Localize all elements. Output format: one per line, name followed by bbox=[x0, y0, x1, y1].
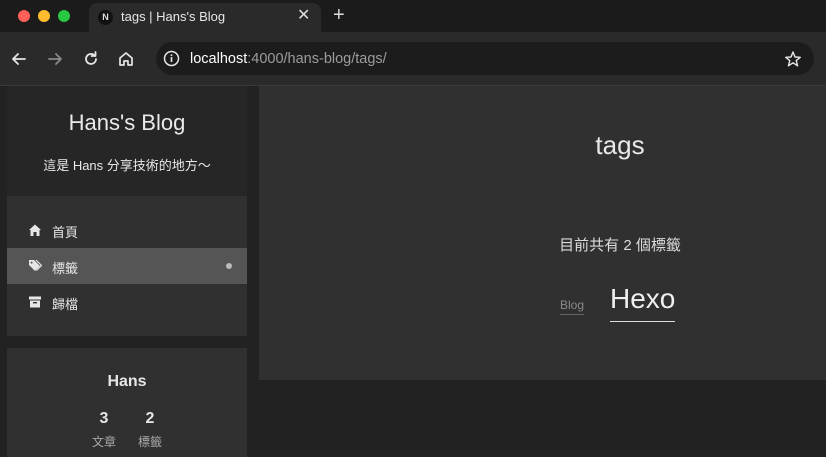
menu-item-label: 歸檔 bbox=[52, 297, 79, 312]
site-brand: Hans's Blog 這是 Hans 分享技術的地方～ bbox=[7, 86, 247, 196]
url-path: :4000/hans-blog/tags/ bbox=[247, 51, 387, 67]
menu-item-label: 首頁 bbox=[52, 225, 79, 240]
minimize-window-button[interactable] bbox=[38, 10, 50, 22]
author-name: Hans bbox=[107, 373, 147, 390]
browser-toolbar: localhost:4000/hans-blog/tags/ bbox=[0, 32, 826, 85]
browser-tab[interactable]: N tags | Hans's Blog ✕ bbox=[89, 3, 321, 32]
tag-count-text: 目前共有 2 個標籤 bbox=[559, 237, 681, 254]
url-text: localhost:4000/hans-blog/tags/ bbox=[190, 51, 387, 67]
browser-tab-bar: N tags | Hans's Blog ✕ + bbox=[0, 0, 826, 32]
menu-item-label: 標籤 bbox=[52, 261, 79, 276]
site-info-icon[interactable] bbox=[163, 50, 180, 67]
tag-link-hexo[interactable]: Hexo bbox=[610, 283, 676, 322]
active-indicator-dot bbox=[226, 263, 232, 269]
menu-item-tags[interactable]: 標籤 bbox=[7, 248, 247, 284]
stat-count: 2 bbox=[145, 410, 155, 427]
stat-label: 標籤 bbox=[137, 435, 162, 449]
forward-icon[interactable] bbox=[45, 49, 65, 69]
tag-link-blog[interactable]: Blog bbox=[560, 298, 585, 315]
home-icon bbox=[29, 224, 41, 236]
url-host: localhost bbox=[190, 51, 248, 67]
menu-item-archives[interactable]: 歸檔 bbox=[7, 284, 247, 320]
sidebar-menu: 首頁 標籤 歸檔 bbox=[7, 196, 247, 336]
menu-item-home[interactable]: 首頁 bbox=[7, 212, 247, 248]
stat-tags[interactable]: 2 標籤 bbox=[130, 410, 170, 450]
favicon-icon: N bbox=[98, 10, 113, 25]
site-subtitle: 這是 Hans 分享技術的地方～ bbox=[43, 158, 211, 173]
page-viewport: Hans's Blog 這是 Hans 分享技術的地方～ 首頁 標籤 歸檔 Ha… bbox=[0, 86, 826, 457]
back-icon[interactable] bbox=[9, 49, 29, 69]
home-icon[interactable] bbox=[116, 49, 136, 69]
tags-icon bbox=[29, 259, 42, 271]
close-tab-icon[interactable]: ✕ bbox=[297, 8, 310, 24]
zoom-window-button[interactable] bbox=[58, 10, 70, 22]
site-title[interactable]: Hans's Blog bbox=[7, 110, 247, 136]
stat-posts[interactable]: 3 文章 bbox=[84, 410, 124, 450]
bookmark-star-icon[interactable] bbox=[784, 50, 802, 68]
archive-icon bbox=[29, 296, 41, 308]
author-card: Hans 3 文章 2 標籤 bbox=[7, 348, 247, 457]
stat-count: 3 bbox=[99, 410, 109, 427]
stat-label: 文章 bbox=[91, 435, 116, 449]
page-title: tags bbox=[595, 130, 645, 160]
main-content: tags 目前共有 2 個標籤 Blog Hexo bbox=[259, 86, 826, 380]
tab-title: tags | Hans's Blog bbox=[121, 9, 226, 24]
reload-icon[interactable] bbox=[81, 49, 101, 69]
new-tab-button[interactable]: + bbox=[333, 5, 345, 25]
close-window-button[interactable] bbox=[18, 10, 30, 22]
address-bar[interactable]: localhost:4000/hans-blog/tags/ bbox=[156, 42, 814, 75]
